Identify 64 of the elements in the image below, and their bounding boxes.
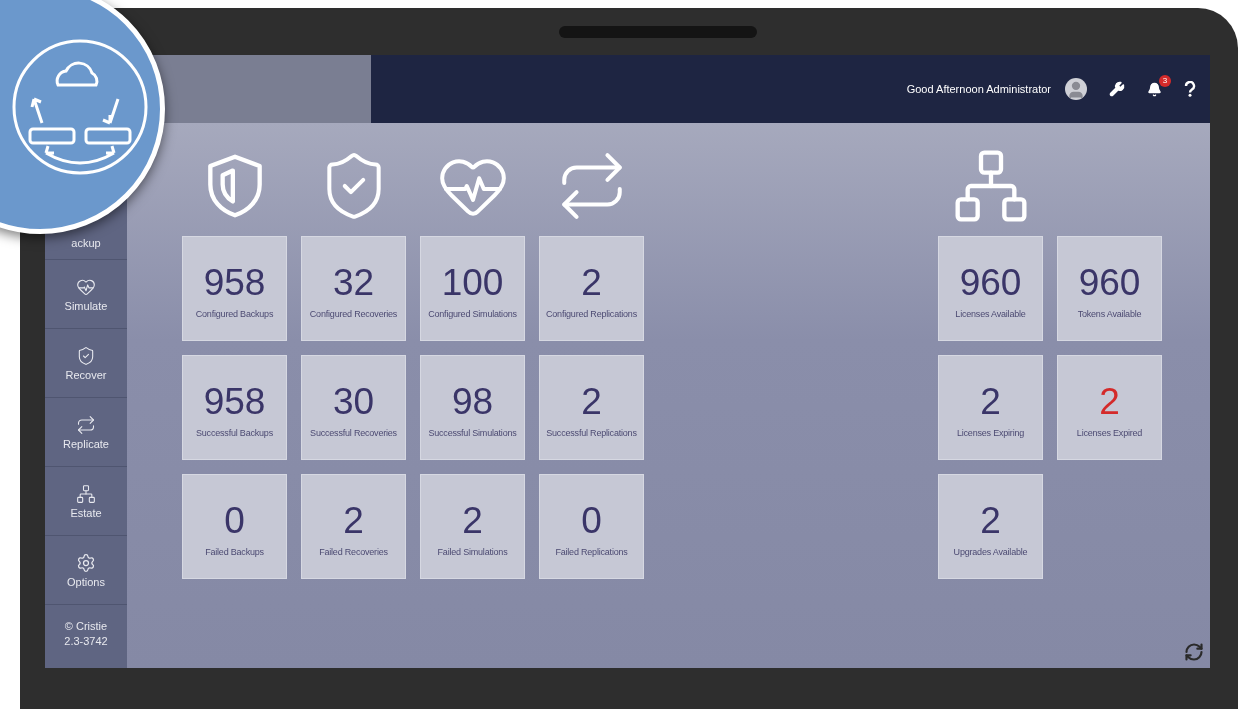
notification-badge: 3 <box>1159 74 1171 87</box>
stat-tile[interactable]: 2 Failed Recoveries <box>301 474 406 579</box>
bell-icon[interactable] <box>1147 81 1162 97</box>
stat-tile[interactable]: 0 Failed Replications <box>539 474 644 579</box>
stat-label: Failed Replications <box>555 547 628 557</box>
stat-value: 2 <box>581 383 602 420</box>
stat-label: Failed Backups <box>205 547 264 557</box>
stat-tile[interactable]: 0 Failed Backups <box>182 474 287 579</box>
stat-tile[interactable]: 2 Licenses Expiring <box>938 355 1043 460</box>
stat-label: Configured Backups <box>195 309 274 319</box>
stat-label: Upgrades Available <box>953 547 1028 557</box>
stat-tile[interactable]: 958 Successful Backups <box>182 355 287 460</box>
stat-label: Successful Replications <box>546 428 637 438</box>
stat-value: 30 <box>332 383 375 420</box>
hierarchy-icon <box>76 483 96 504</box>
stat-tile[interactable]: 32 Configured Recoveries <box>301 236 406 341</box>
shield-check-icon <box>76 345 96 366</box>
stat-tile[interactable]: 100 Configured Simulations <box>420 236 525 341</box>
stat-value: 2 <box>343 502 364 539</box>
stat-label: Configured Simulations <box>428 309 517 319</box>
user-avatar-icon[interactable] <box>1065 78 1087 100</box>
stat-label: Failed Simulations <box>437 547 508 557</box>
stat-value: 960 <box>1078 264 1141 301</box>
stat-value: 2 <box>581 264 602 301</box>
stat-tile[interactable]: 960 Tokens Available <box>1057 236 1162 341</box>
stat-value: 98 <box>451 383 494 420</box>
stat-value: 960 <box>959 264 1022 301</box>
help-icon[interactable] <box>1184 81 1196 97</box>
stat-tile[interactable]: 2 Failed Simulations <box>420 474 525 579</box>
stat-tile[interactable]: 2 Upgrades Available <box>938 474 1043 579</box>
stat-label: Tokens Available <box>1077 309 1142 319</box>
stat-tile[interactable]: 2 Licenses Expired <box>1057 355 1162 460</box>
gears-icon <box>76 552 96 573</box>
stat-value: 2 <box>1099 383 1120 420</box>
stat-label: Licenses Expiring <box>956 428 1025 438</box>
stat-value: 100 <box>441 264 504 301</box>
stat-label: Licenses Expired <box>1076 428 1143 438</box>
stat-value: 2 <box>980 383 1001 420</box>
stat-label: Failed Recoveries <box>319 547 388 557</box>
stat-tile[interactable]: 30 Successful Recoveries <box>301 355 406 460</box>
version-text: © Cristie 2.3-3742 <box>63 619 109 649</box>
stat-label: Configured Recoveries <box>309 309 398 319</box>
stat-label: Successful Simulations <box>428 428 517 438</box>
cloud-servers-icon <box>10 37 150 177</box>
stat-label: Configured Replications <box>546 309 637 319</box>
stat-tile[interactable]: 2 Successful Replications <box>539 355 644 460</box>
stat-tile[interactable]: 958 Configured Backups <box>182 236 287 341</box>
stat-value: 958 <box>203 264 266 301</box>
stat-tile[interactable]: 960 Licenses Available <box>938 236 1043 341</box>
greeting-text: Good Afternoon Administrator <box>906 83 1051 95</box>
stat-tile[interactable]: 98 Successful Simulations <box>420 355 525 460</box>
stat-value: 0 <box>581 502 602 539</box>
stat-label: Successful Backups <box>196 428 273 438</box>
stat-label: Licenses Available <box>955 309 1026 319</box>
stat-label: Successful Recoveries <box>310 428 397 438</box>
stat-value: 2 <box>980 502 1001 539</box>
refresh-icon[interactable] <box>1184 642 1204 662</box>
stat-value: 32 <box>332 264 375 301</box>
stat-value: 2 <box>462 502 483 539</box>
wrench-icon[interactable] <box>1109 81 1125 97</box>
stat-value: 958 <box>203 383 266 420</box>
stat-tile[interactable]: 2 Configured Replications <box>539 236 644 341</box>
repeat-arrows-icon <box>76 414 96 435</box>
stat-value: 0 <box>224 502 245 539</box>
